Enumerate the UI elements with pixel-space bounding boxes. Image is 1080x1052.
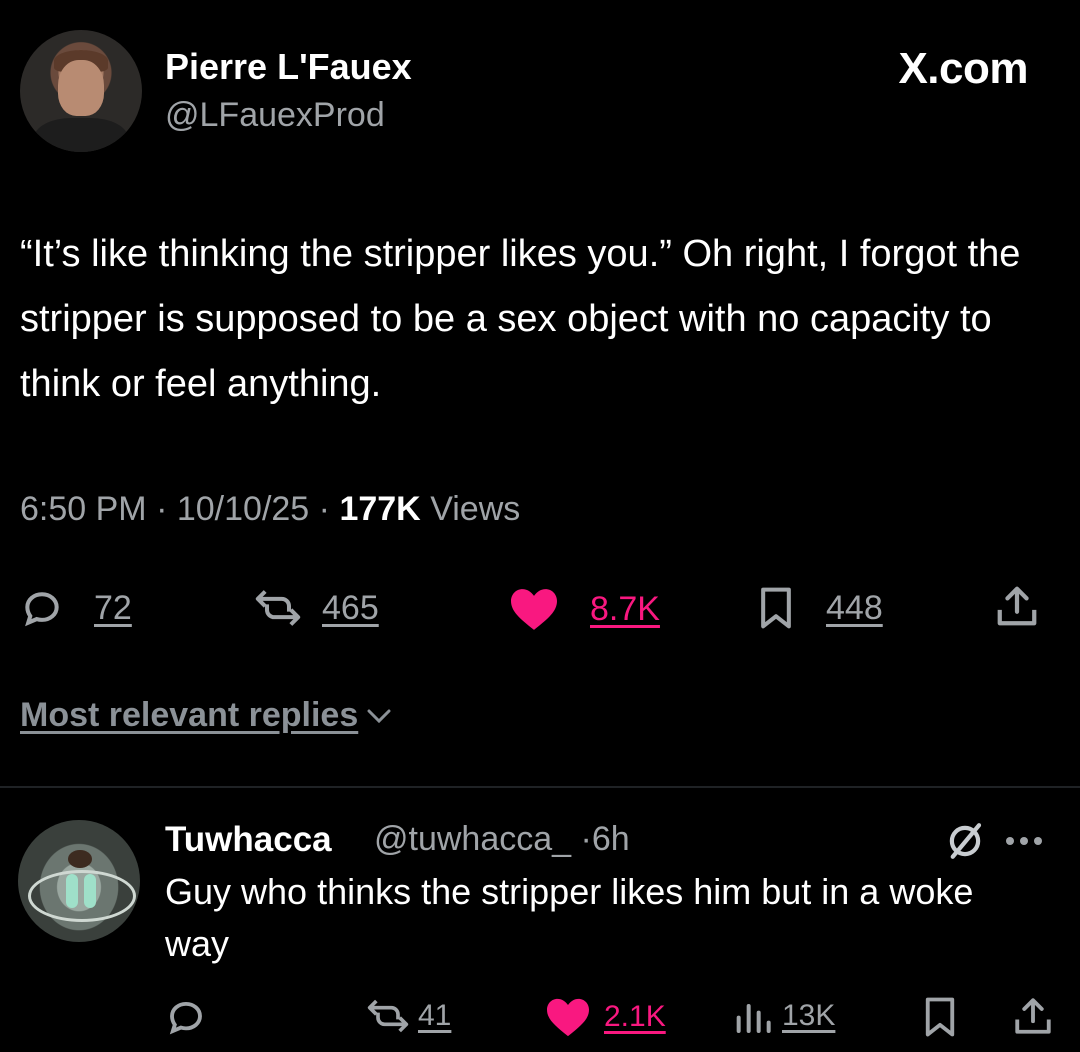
- share-icon: [997, 586, 1037, 626]
- post-meta: 6:50 PM · 10/10/25 · 177K Views: [20, 490, 520, 529]
- reply-text: Guy who thinks the stripper likes him bu…: [165, 871, 974, 964]
- share-button[interactable]: [994, 582, 1040, 630]
- post-text: “It’s like thinking the stripper likes y…: [20, 233, 1021, 405]
- post-time: 6:50 PM: [20, 490, 147, 528]
- heart-icon: [511, 589, 557, 630]
- analytics-icon: [736, 1004, 771, 1033]
- author-handle[interactable]: @LFauexProd: [165, 96, 385, 135]
- reply-age: 6h: [591, 820, 630, 858]
- like-button[interactable]: 8.7K: [508, 586, 660, 632]
- reply-analytics-button[interactable]: 13K: [732, 996, 835, 1036]
- avatar-bug: [68, 850, 92, 868]
- author-name[interactable]: Pierre L'Fauex: [165, 46, 412, 88]
- reply-count: 72: [94, 588, 132, 627]
- reply-author-name[interactable]: Tuwhacca: [165, 820, 332, 860]
- share-icon: [1015, 998, 1051, 1034]
- views-count: 177K: [339, 490, 421, 528]
- reply-bookmark-button[interactable]: [922, 996, 958, 1038]
- more-icon: [1006, 837, 1042, 845]
- author-avatar[interactable]: [20, 30, 142, 152]
- brand-watermark: X.com: [898, 44, 1028, 93]
- bookmark-icon: [761, 587, 791, 629]
- meta-separator: ·: [156, 490, 168, 528]
- grok-button[interactable]: [944, 820, 986, 867]
- avatar-glow: [84, 874, 96, 908]
- avatar-dish: [28, 870, 136, 922]
- reply-share-button[interactable]: [1012, 994, 1054, 1038]
- divider: [0, 786, 1080, 788]
- replies-sort-label: Most relevant replies: [20, 696, 359, 734]
- reply-reply-button[interactable]: [165, 996, 207, 1038]
- reply-repost-count: 41: [418, 999, 452, 1032]
- reply-author-avatar[interactable]: [18, 820, 140, 942]
- views-label: Views: [430, 490, 521, 528]
- repost-button[interactable]: 465: [254, 586, 379, 630]
- grok-icon: [949, 823, 982, 859]
- bookmark-count: 448: [826, 588, 883, 627]
- reply-author-handle[interactable]: @tuwhacca_: [374, 820, 571, 858]
- avatar-glow: [66, 874, 78, 908]
- repost-icon: [367, 999, 409, 1033]
- meta-separator: ·: [580, 820, 592, 858]
- more-options-button[interactable]: [1000, 824, 1048, 863]
- avatar-face: [58, 60, 104, 116]
- heart-icon: [547, 998, 589, 1037]
- bookmark-icon: [925, 997, 955, 1037]
- replies-sort-dropdown[interactable]: Most relevant replies: [20, 696, 394, 735]
- post-date: 10/10/25: [176, 490, 310, 528]
- meta-separator: ·: [318, 490, 330, 528]
- reply-view-count: 13K: [782, 999, 836, 1032]
- reply-like-count: 2.1K: [604, 1000, 666, 1033]
- like-count: 8.7K: [590, 589, 660, 628]
- avatar-body: [34, 118, 128, 152]
- repost-count: 465: [322, 588, 379, 627]
- repost-icon: [255, 590, 301, 626]
- chevron-down-icon: [367, 709, 391, 723]
- reply-icon: [169, 1001, 202, 1035]
- reply-icon: [25, 592, 59, 627]
- reply-repost-button[interactable]: 41: [366, 996, 451, 1036]
- reply-author-meta: @tuwhacca_ ·6h: [374, 820, 630, 859]
- reply-button[interactable]: 72: [20, 586, 132, 630]
- bookmark-button[interactable]: 448: [756, 586, 883, 630]
- reply-like-button[interactable]: 2.1K: [544, 996, 666, 1038]
